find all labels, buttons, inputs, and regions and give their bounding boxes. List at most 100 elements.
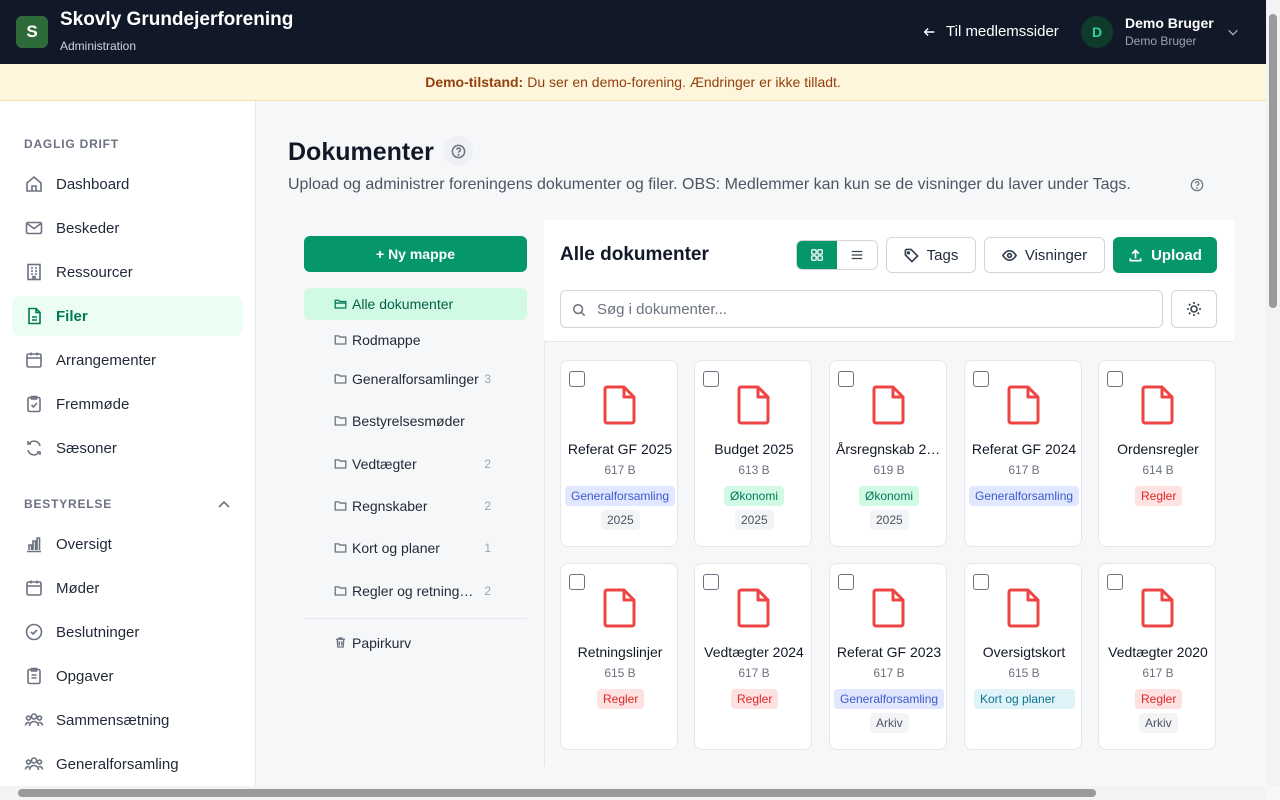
document-checkbox[interactable] xyxy=(1107,371,1123,387)
back-to-member-pages-link[interactable]: Til medlemssider xyxy=(922,23,1059,40)
list-icon xyxy=(851,250,863,260)
document-checkbox[interactable] xyxy=(703,574,719,590)
file-icon xyxy=(603,588,636,628)
document-card[interactable]: Vedtægter 2024 617 B Regler xyxy=(694,563,812,750)
file-icon xyxy=(1007,385,1040,425)
document-card[interactable]: Referat GF 2024 617 B Generalforsamling xyxy=(964,360,1082,547)
document-name[interactable]: Vedtægter 2024 xyxy=(701,644,807,660)
folder-item-rules-and-guidelines[interactable]: Regler og retningslinjer 2 xyxy=(304,575,527,607)
logo[interactable]: S xyxy=(16,16,48,48)
page-description: Upload og administrer foreningens dokume… xyxy=(288,176,1131,193)
folder-divider xyxy=(304,618,527,619)
chevron-up-icon[interactable] xyxy=(216,497,232,513)
folder-icon xyxy=(334,335,347,345)
upload-button[interactable]: Upload xyxy=(1113,237,1217,273)
folder-item-maps-and-plans[interactable]: Kort og planer 1 xyxy=(304,532,527,564)
sidebar-item-dashboard[interactable]: Dashboard xyxy=(12,164,243,204)
document-name[interactable]: Årsregnskab 2025 xyxy=(836,441,942,457)
document-checkbox[interactable] xyxy=(569,371,585,387)
folder-name: Regler og retningslinjer xyxy=(352,583,480,599)
folder-item-statutes[interactable]: Vedtægter 2 xyxy=(304,448,527,480)
document-checkbox[interactable] xyxy=(973,371,989,387)
document-checkbox[interactable] xyxy=(973,574,989,590)
theme-toggle-button[interactable] xyxy=(1171,290,1217,328)
document-card[interactable]: Referat GF 2025 617 B Generalforsamling 202… xyxy=(560,360,678,547)
document-tag: Generalforsamling xyxy=(969,486,1080,506)
upload-button-label: Upload xyxy=(1151,246,1202,264)
sidebar-item-label: Sammensætning xyxy=(56,711,170,729)
users-icon xyxy=(24,757,44,771)
document-card[interactable]: Vedtægter 2020 617 B Regler Arkiv xyxy=(1098,563,1216,750)
tags-button[interactable]: Tags xyxy=(886,237,976,273)
arrow-left-icon xyxy=(923,27,935,36)
sidebar-item-decisions[interactable]: Beslutninger xyxy=(12,612,243,652)
chevron-down-icon[interactable] xyxy=(1226,25,1240,39)
folder-icon xyxy=(334,416,347,426)
document-tag: Regler xyxy=(731,689,779,709)
sidebar-item-attendance[interactable]: Fremmøde xyxy=(12,384,243,424)
vertical-scrollbar[interactable] xyxy=(1266,0,1280,786)
document-name[interactable]: Referat GF 2024 xyxy=(971,441,1077,457)
document-card[interactable]: Budget 2025 613 B Økonomi 2025 xyxy=(694,360,812,547)
folder-item-trash[interactable]: Papirkurv xyxy=(304,627,527,659)
document-card[interactable]: Ordensregler 614 B Regler xyxy=(1098,360,1216,547)
document-checkbox[interactable] xyxy=(569,574,585,590)
sidebar-item-tasks[interactable]: Opgaver xyxy=(12,656,243,696)
calendar-icon xyxy=(26,580,42,596)
clipboard-icon xyxy=(27,667,41,685)
sidebar-item-overview[interactable]: Oversigt xyxy=(12,524,243,564)
folder-name: Generalforsamlinger xyxy=(352,371,479,387)
document-card[interactable]: Oversigtskort 615 B Kort og planer xyxy=(964,563,1082,750)
sidebar-item-composition[interactable]: Sammensætning xyxy=(12,700,243,740)
document-name[interactable]: Oversigtskort xyxy=(971,644,1077,660)
folder-item-general-assemblies[interactable]: Generalforsamlinger 3 xyxy=(304,363,527,395)
sidebar-item-meetings[interactable]: Møder xyxy=(12,568,243,608)
document-name[interactable]: Referat GF 2025 xyxy=(567,441,673,457)
folder-icon xyxy=(334,586,347,596)
folder-name: Papirkurv xyxy=(352,635,412,651)
question-circle-icon[interactable] xyxy=(1190,178,1204,192)
horizontal-scrollbar-thumb[interactable] xyxy=(18,789,1096,797)
document-card[interactable]: Årsregnskab 2025 619 B Økonomi 2025 xyxy=(829,360,947,547)
user-avatar[interactable]: D xyxy=(1081,16,1113,48)
document-card[interactable]: Referat GF 2023 617 B Generalforsamling Ark… xyxy=(829,563,947,750)
sidebar-item-seasons[interactable]: Sæsoner xyxy=(12,428,243,468)
document-name[interactable]: Referat GF 2023 xyxy=(836,644,942,660)
sidebar-item-general-assembly[interactable]: Generalforsamling xyxy=(12,744,243,784)
folder-item-all-documents[interactable]: Alle dokumenter xyxy=(304,288,527,320)
document-name[interactable]: Budget 2025 xyxy=(701,441,807,457)
document-name[interactable]: Ordensregler xyxy=(1105,441,1211,457)
folder-count: 2 xyxy=(484,499,491,513)
search-input[interactable] xyxy=(597,300,1137,318)
document-card[interactable]: Retningslinjer 615 B Regler xyxy=(560,563,678,750)
tags-button-label: Tags xyxy=(926,246,959,264)
demo-banner-text: Du ser en demo-forening. Ændringer er ik… xyxy=(527,74,841,90)
document-tag: Regler xyxy=(1135,486,1183,506)
folder-count: 2 xyxy=(484,584,491,598)
sidebar-item-files[interactable]: Filer xyxy=(12,296,243,336)
mail-icon xyxy=(25,221,43,235)
document-tag: Regler xyxy=(1135,689,1183,709)
page-title: Dokumenter xyxy=(288,138,434,166)
sidebar-item-events[interactable]: Arrangementer xyxy=(12,340,243,380)
list-view-button[interactable] xyxy=(837,241,877,269)
views-button[interactable]: Visninger xyxy=(984,237,1105,273)
document-name[interactable]: Vedtægter 2020 xyxy=(1105,644,1211,660)
folder-item-board-meetings[interactable]: Bestyrelsesmøder xyxy=(304,405,527,437)
document-checkbox[interactable] xyxy=(1107,574,1123,590)
new-folder-button[interactable]: + Ny mappe xyxy=(304,236,527,272)
document-name[interactable]: Retningslinjer xyxy=(567,644,673,660)
sidebar-item-resources[interactable]: Ressourcer xyxy=(12,252,243,292)
grid-view-button[interactable] xyxy=(797,241,837,269)
folder-item-accounts[interactable]: Regnskaber 2 xyxy=(304,490,527,522)
document-checkbox[interactable] xyxy=(838,574,854,590)
document-checkbox[interactable] xyxy=(838,371,854,387)
document-checkbox[interactable] xyxy=(703,371,719,387)
horizontal-scrollbar[interactable] xyxy=(0,786,1266,800)
help-button[interactable] xyxy=(443,136,473,166)
sidebar-item-messages[interactable]: Beskeder xyxy=(12,208,243,248)
folder-item-root[interactable]: Rodmappe xyxy=(304,324,527,356)
vertical-scrollbar-thumb[interactable] xyxy=(1269,14,1277,308)
user-name[interactable]: Demo Bruger xyxy=(1125,15,1214,31)
grid-icon xyxy=(811,249,823,261)
